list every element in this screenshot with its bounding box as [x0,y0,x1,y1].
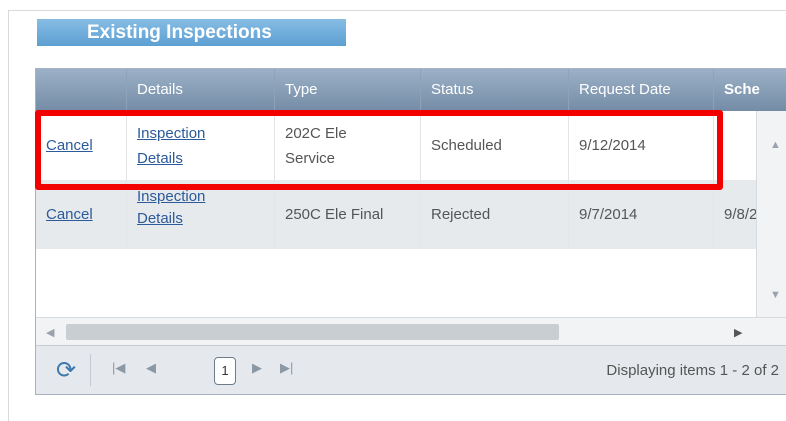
details-cell: Inspection Details [126,180,274,249]
column-header-status[interactable]: Status [420,69,568,111]
prev-page-icon[interactable]: ◀ [146,360,156,376]
scroll-down-icon[interactable]: ▼ [770,289,781,301]
scheduled-cell: 9/8/2 [713,180,756,249]
current-page-input[interactable]: 1 [214,357,236,385]
first-page-icon[interactable]: |◀ [112,360,125,376]
type-cell: 250C Ele Final [274,180,420,249]
grid-header: Details Type Status Request Date Sche [36,69,786,111]
pager-divider [90,354,91,386]
horizontal-scroll-thumb[interactable] [66,324,559,340]
status-cell: Rejected [420,180,568,249]
refresh-icon[interactable]: ⟳ [53,358,79,384]
next-page-icon[interactable]: ▶ [252,360,262,376]
column-header-type[interactable]: Type [274,69,420,111]
scroll-left-icon[interactable]: ◀ [46,326,54,339]
section-title: Existing Inspections [37,19,346,46]
pager-info: Displaying items 1 - 2 of 2 [606,362,779,379]
column-header-request-date[interactable]: Request Date [568,69,713,111]
scroll-up-icon[interactable]: ▲ [770,139,781,151]
cancel-link[interactable]: Cancel [46,206,93,223]
table-row: Cancel Inspection Details 250C Ele Final… [36,180,756,249]
highlight-annotation [35,110,723,190]
scroll-right-icon[interactable]: ▶ [734,326,742,339]
request-date-cell: 9/7/2014 [568,180,713,249]
pager: ⟳ |◀ ◀ 1 ▶ ▶| Displaying items 1 - 2 of … [36,345,786,394]
column-header-action[interactable] [36,69,126,111]
column-header-scheduled[interactable]: Sche [713,69,786,111]
column-header-details[interactable]: Details [126,69,274,111]
vertical-scrollbar[interactable]: ▲ ▼ [756,111,786,317]
inspection-details-link-line2[interactable]: Details [137,208,205,230]
last-page-icon[interactable]: ▶| [280,360,293,376]
action-cell: Cancel [36,180,126,249]
horizontal-scrollbar[interactable]: ◀ ▶ [36,317,786,346]
